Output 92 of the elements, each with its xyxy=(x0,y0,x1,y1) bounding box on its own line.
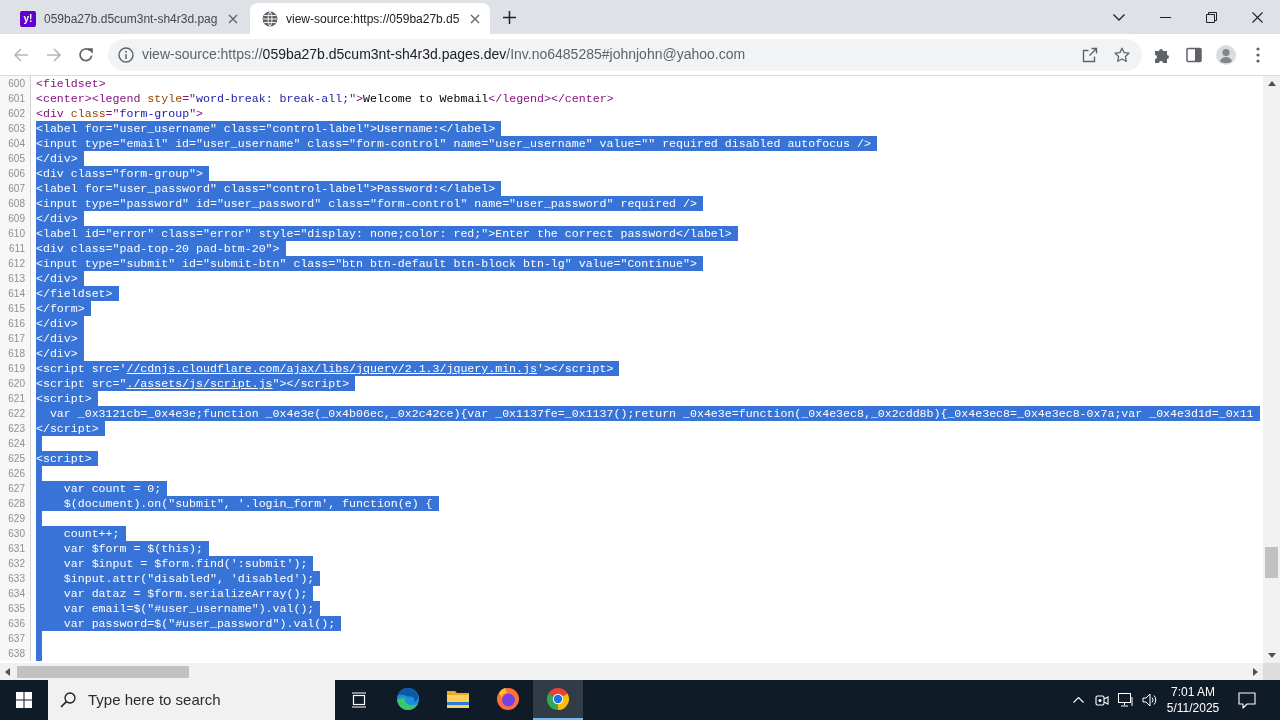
line-number: 611 xyxy=(0,241,31,256)
line-number: 615 xyxy=(0,301,31,316)
windows-start-icon[interactable] xyxy=(16,692,32,708)
search-icon xyxy=(60,692,76,708)
scroll-right-icon[interactable] xyxy=(1253,667,1258,676)
line-number: 625 xyxy=(0,451,31,466)
line-number: 623 xyxy=(0,421,31,436)
avatar-icon[interactable] xyxy=(1216,44,1236,65)
line-number: 631 xyxy=(0,541,31,556)
line-number: 607 xyxy=(0,181,31,196)
scrollbar-corner xyxy=(1263,663,1280,680)
clock-date[interactable]: 5/11/2025 xyxy=(1166,700,1220,716)
horizontal-scrollbar[interactable] xyxy=(0,663,1263,680)
clock-time[interactable]: 7:01 AM xyxy=(1171,684,1215,700)
reload-icon[interactable] xyxy=(78,46,94,63)
tab[interactable]: y! 059ba27b.d5cum3nt-sh4r3d.pag xyxy=(8,3,248,34)
search-field[interactable]: Type here to search xyxy=(48,680,335,720)
address-bar[interactable]: view-source:https://059ba27b.d5cum3nt-sh4r3d.pages.dev/Inv.no6485285#johnjohn@yahoo.com xyxy=(108,38,1142,71)
line-number: 632 xyxy=(0,556,31,571)
task-view-icon[interactable] xyxy=(350,692,368,708)
source-link[interactable]: //cdnjs.cloudflare.com/ajax/libs/jquery/2.1.3/jquery.min.js xyxy=(126,361,537,376)
line-number: 616 xyxy=(0,316,31,331)
puzzle-icon[interactable] xyxy=(1154,46,1170,63)
chrome-icon[interactable] xyxy=(546,687,570,711)
side-panel-icon[interactable] xyxy=(1186,46,1202,63)
code-text: <script src=" xyxy=(36,376,127,391)
close-icon[interactable] xyxy=(470,13,480,24)
line-number: 620 xyxy=(0,376,31,391)
chevron-up-icon[interactable] xyxy=(1072,697,1084,703)
line-number: 626 xyxy=(0,466,31,481)
code-line: <fieldset> xyxy=(36,76,106,91)
line-number: 621 xyxy=(0,391,31,406)
line-number: 618 xyxy=(0,346,31,361)
line-number: 624 xyxy=(0,436,31,451)
scrollbar-thumb[interactable] xyxy=(17,665,189,678)
line-number: 608 xyxy=(0,196,31,211)
edge-icon[interactable] xyxy=(396,687,420,711)
line-number: 612 xyxy=(0,256,31,271)
volume-icon[interactable] xyxy=(1142,693,1158,707)
scroll-left-icon[interactable] xyxy=(5,667,10,676)
taskbar-button[interactable] xyxy=(533,680,583,720)
line-number: 604 xyxy=(0,136,31,151)
scrollbar-thumb[interactable] xyxy=(1265,547,1278,578)
url-text: view-source:https://059ba27b.d5cum3nt-sh4r3d.pages.dev/Inv.no6485285#johnjohn@yahoo.com xyxy=(142,45,746,64)
new-tab-icon[interactable] xyxy=(502,10,516,24)
line-number: 614 xyxy=(0,286,31,301)
line-number: 619 xyxy=(0,361,31,376)
line-number: 610 xyxy=(0,226,31,241)
line-number: 633 xyxy=(0,571,31,586)
line-number: 601 xyxy=(0,91,31,106)
camera-icon[interactable] xyxy=(1095,693,1109,707)
line-number: 600 xyxy=(0,76,31,91)
line-number: 630 xyxy=(0,526,31,541)
vertical-scrollbar[interactable] xyxy=(1263,76,1280,663)
notification-icon[interactable] xyxy=(1238,691,1256,709)
firefox-icon[interactable] xyxy=(496,687,520,711)
line-number: 627 xyxy=(0,481,31,496)
line-number: 636 xyxy=(0,616,31,631)
line-number: 606 xyxy=(0,166,31,181)
minimize-icon[interactable] xyxy=(1159,16,1171,18)
code-text: '></script> xyxy=(536,361,620,376)
info-icon[interactable] xyxy=(118,46,134,63)
line-number: 634 xyxy=(0,586,31,601)
restore-icon[interactable] xyxy=(1205,11,1217,23)
line-number: 637 xyxy=(0,631,31,646)
line-number: 609 xyxy=(0,211,31,226)
line-number: 603 xyxy=(0,121,31,136)
line-number: 622 xyxy=(0,406,31,421)
code-text: <script src=' xyxy=(36,361,127,376)
line-number: 628 xyxy=(0,496,31,511)
star-icon[interactable] xyxy=(1114,46,1130,63)
line-number: 613 xyxy=(0,271,31,286)
globe-icon xyxy=(262,10,278,27)
menu-icon[interactable] xyxy=(1256,46,1260,63)
share-icon[interactable] xyxy=(1082,46,1098,63)
logo-icon: y! xyxy=(20,10,36,27)
scroll-down-icon[interactable] xyxy=(1267,653,1276,658)
line-number: 635 xyxy=(0,601,31,616)
close-icon[interactable] xyxy=(1251,11,1263,23)
chevron-down-icon[interactable] xyxy=(1113,13,1125,21)
code-line: <div class="form-group"> xyxy=(36,106,204,121)
tab[interactable]: view-source:https://059ba27b.d5 xyxy=(250,3,490,34)
line-number: 617 xyxy=(0,331,31,346)
network-icon[interactable] xyxy=(1118,693,1134,707)
scroll-up-icon[interactable] xyxy=(1267,81,1276,86)
line-number: 629 xyxy=(0,511,31,526)
code-text: "></script> xyxy=(272,376,356,391)
line-number: 602 xyxy=(0,106,31,121)
source-link[interactable]: ./assets/js/script.js xyxy=(126,376,273,391)
line-number: 605 xyxy=(0,151,31,166)
code-line: <center><legend style="word-break: break-all;">Welcome to Webmail</legend></center> xyxy=(36,91,614,106)
line-number: 638 xyxy=(0,646,31,661)
